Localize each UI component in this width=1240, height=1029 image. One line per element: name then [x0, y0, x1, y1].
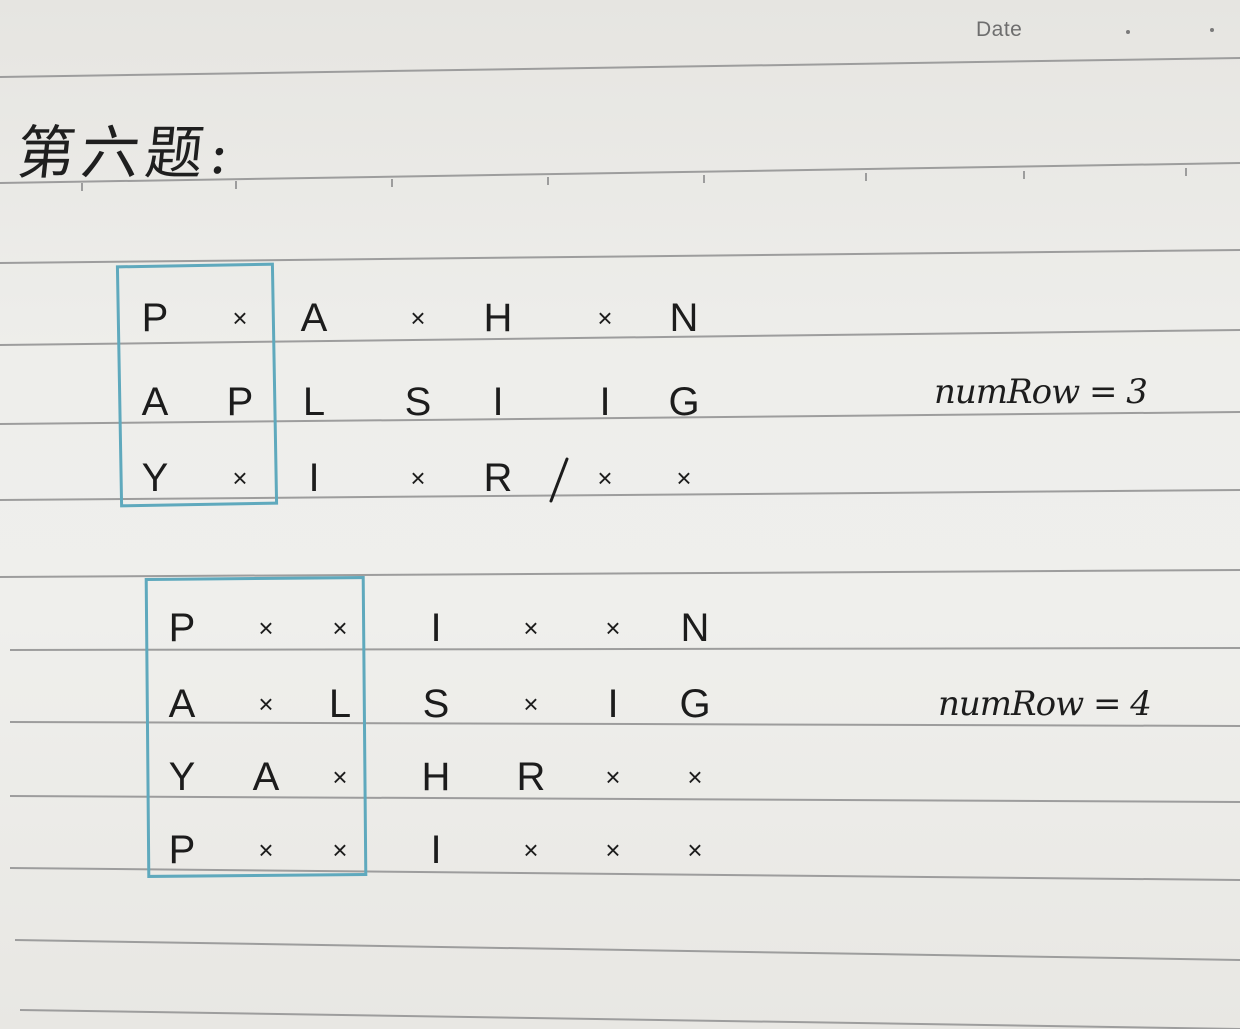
grid-char: P — [141, 296, 169, 340]
row-count-note: numRow = 3 — [934, 372, 1148, 412]
grid-char: × — [605, 613, 621, 643]
grid-char: Y — [141, 456, 169, 500]
grid-char: × — [676, 463, 692, 493]
grid-char: A — [168, 682, 196, 726]
grid-char: I — [430, 606, 442, 650]
grid-char: I — [599, 380, 611, 424]
grid-char: S — [404, 380, 432, 424]
grid-char: × — [258, 613, 274, 643]
grid-char: × — [605, 762, 621, 792]
grid-char: P — [226, 380, 254, 424]
grid-char: I — [430, 828, 442, 872]
grid-char: H — [483, 296, 513, 340]
highlight-box — [115, 262, 279, 508]
grid-char: × — [232, 303, 248, 333]
grid-char: R — [516, 755, 546, 799]
grid-char: × — [597, 303, 613, 333]
grid-char: I — [607, 682, 619, 726]
grid-char: A — [141, 380, 169, 424]
grid-char: S — [422, 682, 450, 726]
problem-title: 第六题: — [13, 119, 239, 187]
grid-char: A — [252, 755, 280, 799]
grid-char: × — [258, 689, 274, 719]
grid-char: × — [410, 303, 426, 333]
grid-char: × — [687, 762, 703, 792]
grid-char: Y — [168, 755, 196, 799]
pen-stroke — [549, 457, 569, 503]
grid-char: × — [605, 835, 621, 865]
grid-char: × — [332, 835, 348, 865]
grid-char: N — [680, 606, 710, 650]
grid-char: × — [687, 835, 703, 865]
grid-char: N — [669, 296, 699, 340]
grid-char: G — [668, 380, 700, 424]
grid-char: × — [523, 613, 539, 643]
grid-char: × — [332, 762, 348, 792]
grid-char: × — [523, 689, 539, 719]
grid-char: H — [421, 755, 451, 799]
grid-char: I — [308, 456, 320, 500]
grid-char: P — [168, 606, 196, 650]
grid-char: G — [679, 682, 711, 726]
grid-char: P — [168, 828, 196, 872]
grid-char: × — [410, 463, 426, 493]
grid-char: I — [492, 380, 504, 424]
row-count-note: numRow = 4 — [938, 684, 1152, 724]
grid-char: A — [300, 296, 328, 340]
grid-char: × — [332, 613, 348, 643]
grid-char: × — [232, 463, 248, 493]
grid-char: × — [523, 835, 539, 865]
date-label: Date — [976, 18, 1023, 41]
grid-char: R — [483, 456, 513, 500]
grid-char: L — [328, 682, 352, 726]
grid-char: L — [302, 380, 326, 424]
date-dot — [1126, 30, 1130, 34]
grid-char: × — [258, 835, 274, 865]
date-dot — [1210, 28, 1214, 32]
grid-char: × — [597, 463, 613, 493]
notebook-page: Date 第六题: P × A × H × N A P L S I I G Y × I × R × × numRow =… — [0, 0, 1240, 1029]
